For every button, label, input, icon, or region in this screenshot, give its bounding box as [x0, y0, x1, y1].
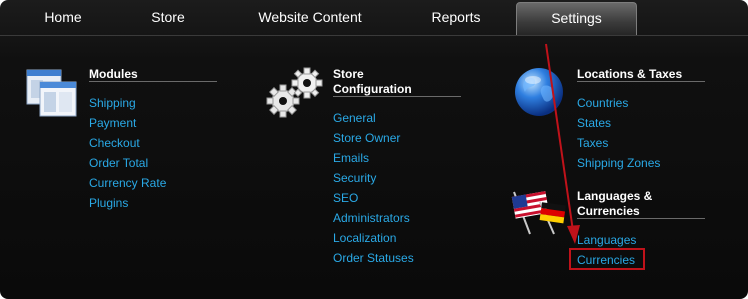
- admin-panel: Home Store Website Content Reports Setti…: [0, 0, 748, 299]
- annotation-arrow: [545, 43, 580, 244]
